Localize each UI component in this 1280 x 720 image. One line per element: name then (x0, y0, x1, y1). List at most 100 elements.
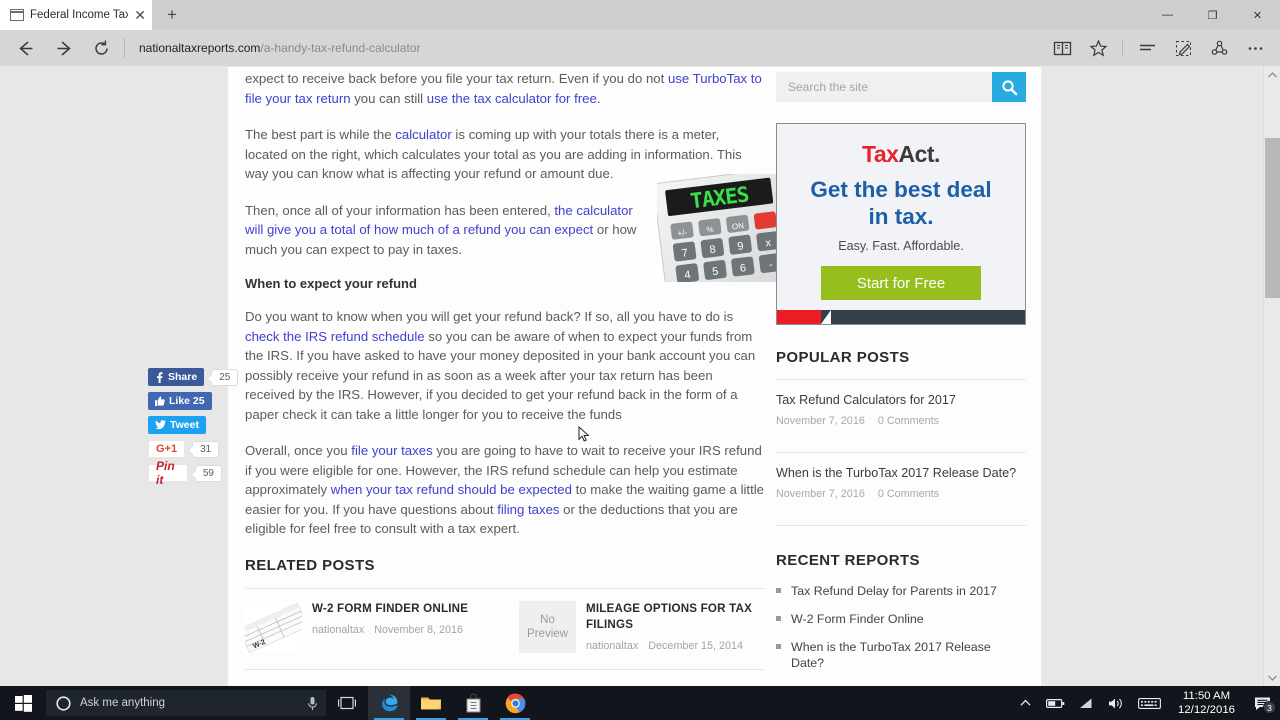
chrome-icon[interactable] (494, 686, 536, 720)
text-run: Then, once all of your information has b… (245, 202, 555, 218)
inline-link[interactable]: use the tax calculator for free. (427, 91, 601, 106)
site-search (776, 72, 1026, 102)
google-plus-pill[interactable]: G+1 (148, 440, 186, 458)
related-post-item[interactable]: No Preview MILEAGE OPTIONS FOR TAX FILIN… (519, 600, 765, 653)
action-center-button[interactable]: 3 (1244, 686, 1280, 720)
hub-lines-icon[interactable] (1130, 31, 1164, 65)
popular-post-item[interactable]: Tax Refund Calculators for 2017 November… (776, 380, 1026, 439)
search-button[interactable] (992, 72, 1026, 102)
reload-icon[interactable] (82, 31, 120, 65)
pinterest-button[interactable]: Pin it 59 (148, 459, 222, 487)
scroll-down-arrow-icon[interactable] (1264, 669, 1280, 686)
start-for-free-button[interactable]: Start for Free (821, 266, 981, 300)
volume-icon[interactable] (1101, 686, 1131, 720)
star-icon[interactable] (1081, 31, 1115, 65)
twitter-label: Tweet (170, 419, 199, 431)
related-posts-heading: RELATED POSTS (245, 556, 375, 574)
inline-link[interactable]: calculator (395, 127, 451, 142)
twitter-tweet-button[interactable]: Tweet (148, 416, 222, 434)
inline-link[interactable]: check the IRS refund schedule (245, 329, 425, 344)
address-bar[interactable]: nationaltaxreports.com/a-handy-tax-refun… (131, 31, 1045, 65)
scrollbar-thumb[interactable] (1265, 138, 1280, 298)
popular-post-meta: November 7, 2016 0 Comments (776, 488, 1026, 500)
system-tray: 11:50 AM 12/12/2016 3 (1011, 686, 1280, 720)
minimize-button[interactable]: — (1145, 0, 1190, 30)
book-icon[interactable] (1045, 31, 1079, 65)
popular-post-title[interactable]: Tax Refund Calculators for 2017 (776, 392, 1026, 409)
more-ellipsis-icon[interactable] (1238, 31, 1272, 65)
related-post-meta: nationaltax November 8, 2016 (312, 624, 468, 636)
paragraph: Overall, once you file your taxes you ar… (245, 441, 765, 539)
twitter-pill[interactable]: Tweet (148, 416, 206, 434)
related-posts-grid: W-2 W-2 FORM FINDER ONLINE nationaltax N… (245, 600, 765, 653)
forward-arrow-icon[interactable] (44, 31, 82, 65)
taxact-logo: TaxAct. (777, 141, 1025, 168)
list-item[interactable]: W-2 Form Finder Online (776, 611, 1026, 627)
facebook-share-button[interactable]: Share 25 (148, 368, 239, 386)
maximize-button[interactable]: ❐ (1190, 0, 1235, 30)
taxact-logo-dot: . (934, 141, 940, 167)
task-view-button[interactable] (326, 686, 368, 720)
address-domain: nationaltaxreports.com (139, 41, 261, 55)
browser-tab[interactable]: Federal Income Tax Refu ✕ (0, 0, 152, 30)
svg-text:ON: ON (731, 221, 744, 231)
google-plus-button[interactable]: G+1 31 (148, 440, 222, 458)
thumbs-up-icon (155, 396, 165, 406)
cortana-search-box[interactable]: Ask me anything (46, 690, 326, 716)
popular-post-item[interactable]: When is the TurboTax 2017 Release Date? … (776, 453, 1026, 512)
inline-link[interactable]: when your tax refund should be expected (331, 482, 572, 497)
scroll-up-arrow-icon[interactable] (1264, 66, 1280, 83)
close-window-button[interactable]: ✕ (1235, 0, 1280, 30)
popular-post-date: November 7, 2016 (776, 488, 865, 500)
social-share-rail: Share 25 Like 25 Tweet G+1 31 Pin it 59 (148, 368, 239, 487)
edge-icon[interactable] (368, 686, 410, 720)
battery-icon[interactable] (1041, 686, 1071, 720)
microphone-icon (308, 696, 317, 710)
text-run: Overall, once you (245, 443, 352, 458)
taxact-logo-act: Act (898, 141, 935, 167)
text-run: expect to receive back before you file y… (245, 71, 668, 86)
popular-post-meta: November 7, 2016 0 Comments (776, 415, 1026, 427)
paragraph: Then, once all of your information has b… (245, 201, 645, 260)
wifi-icon[interactable] (1071, 686, 1101, 720)
pencil-note-icon[interactable] (1166, 31, 1200, 65)
tab-close-icon[interactable]: ✕ (134, 8, 146, 22)
facebook-share-pill[interactable]: Share (148, 368, 205, 386)
toolbar-divider (1122, 39, 1123, 57)
list-item[interactable]: When is the TurboTax 2017 Release Date? (776, 639, 1026, 671)
related-post-title[interactable]: MILEAGE OPTIONS FOR TAX FILINGS (586, 601, 765, 633)
pinterest-pill[interactable]: Pin it (148, 459, 188, 487)
no-preview-thumbnail: No Preview (519, 600, 576, 653)
new-tab-button[interactable]: + (152, 0, 192, 30)
file-explorer-icon[interactable] (410, 686, 452, 720)
facebook-like-pill[interactable]: Like 25 (148, 392, 212, 410)
related-post-item[interactable]: W-2 W-2 FORM FINDER ONLINE nationaltax N… (245, 600, 491, 653)
inline-link[interactable]: file your taxes (351, 443, 432, 458)
facebook-like-button[interactable]: Like 25 (148, 392, 222, 410)
keyboard-icon[interactable] (1131, 686, 1169, 720)
related-post-title[interactable]: W-2 FORM FINDER ONLINE (312, 601, 468, 617)
browser-window: Federal Income Tax Refu ✕ + — ❐ ✕ nation… (0, 0, 1280, 686)
article-content: expect to receive back before you file y… (245, 66, 783, 686)
popular-post-title[interactable]: When is the TurboTax 2017 Release Date? (776, 465, 1026, 482)
page-scrollbar[interactable] (1263, 66, 1280, 686)
show-hidden-icons-icon[interactable] (1011, 686, 1041, 720)
page-viewport[interactable]: expect to receive back before you file y… (0, 66, 1280, 686)
taskbar-clock[interactable]: 11:50 AM 12/12/2016 (1169, 689, 1244, 717)
no-preview-line1: No (540, 613, 555, 626)
back-arrow-icon[interactable] (6, 31, 44, 65)
windows-logo-icon (14, 694, 32, 712)
related-post-date: November 8, 2016 (374, 623, 464, 636)
start-button[interactable] (0, 686, 46, 720)
store-icon[interactable] (452, 686, 494, 720)
inline-link[interactable]: filing taxes (497, 502, 559, 517)
pinterest-count: 59 (194, 464, 222, 482)
address-path: /a-handy-tax-refund-calculator (260, 41, 421, 55)
search-input[interactable] (776, 72, 992, 102)
share-icon[interactable] (1202, 31, 1236, 65)
taxact-advertisement[interactable]: TaxAct. Get the best deal in tax. Easy. … (776, 123, 1026, 325)
related-post-text: W-2 FORM FINDER ONLINE nationaltax Novem… (312, 601, 468, 653)
list-item[interactable]: Tax Refund Delay for Parents in 2017 (776, 583, 1026, 599)
clock-time: 11:50 AM (1182, 690, 1231, 702)
paragraph: expect to receive back before you file y… (245, 69, 765, 108)
